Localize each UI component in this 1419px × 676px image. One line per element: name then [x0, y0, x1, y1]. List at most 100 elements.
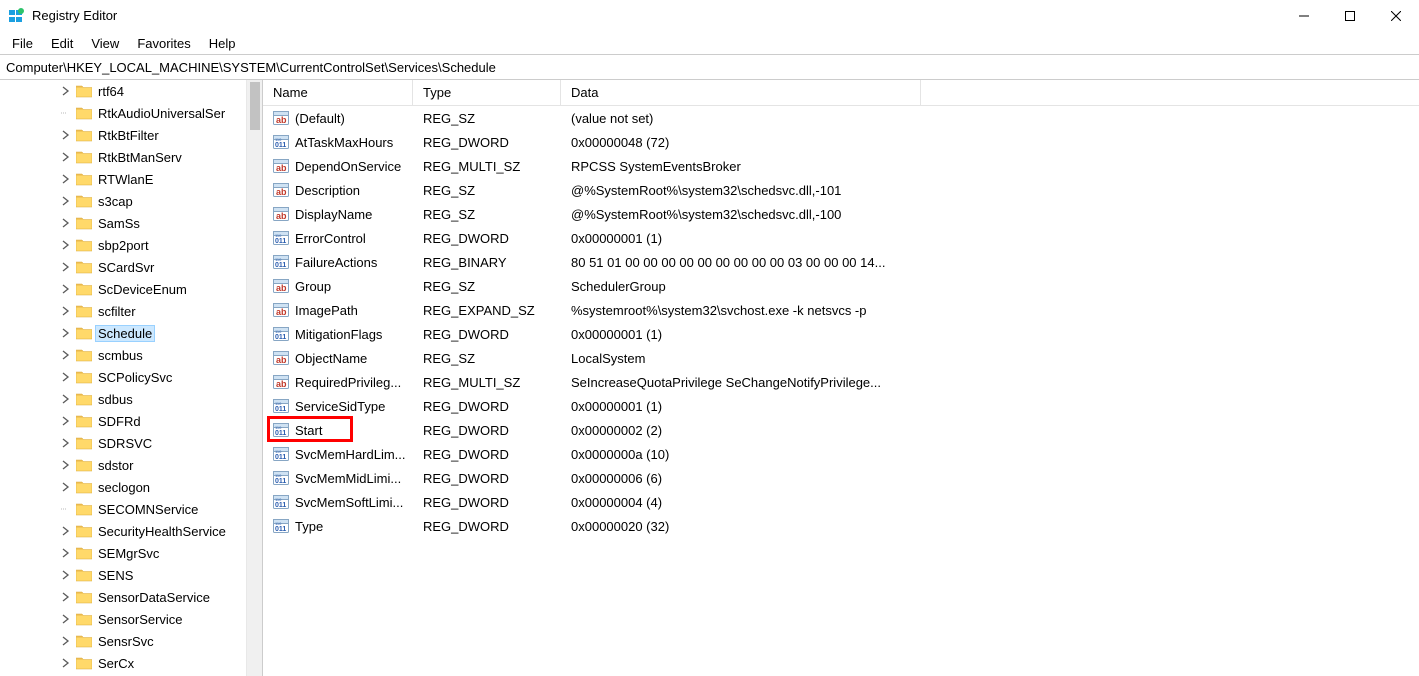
menu-edit[interactable]: Edit — [43, 34, 81, 53]
list-row[interactable]: 011110TypeREG_DWORD0x00000020 (32) — [263, 514, 1419, 538]
tree-item[interactable]: ScDeviceEnum — [0, 278, 246, 300]
scrollbar-thumb[interactable] — [250, 82, 260, 130]
chevron-right-icon[interactable] — [58, 633, 74, 649]
tree-item[interactable]: RtkBtManServ — [0, 146, 246, 168]
menu-file[interactable]: File — [4, 34, 41, 53]
list-row[interactable]: abObjectNameREG_SZLocalSystem — [263, 346, 1419, 370]
chevron-right-icon[interactable] — [58, 127, 74, 143]
list-row[interactable]: 011110ErrorControlREG_DWORD0x00000001 (1… — [263, 226, 1419, 250]
chevron-right-icon[interactable] — [58, 259, 74, 275]
list-panel: Name Type Data ab(Default)REG_SZ(value n… — [263, 80, 1419, 676]
tree-item[interactable]: seclogon — [0, 476, 246, 498]
tree-item[interactable]: SensrSvc — [0, 630, 246, 652]
menu-view[interactable]: View — [83, 34, 127, 53]
tree-item[interactable]: SDFRd — [0, 410, 246, 432]
maximize-button[interactable] — [1327, 0, 1373, 32]
chevron-right-icon[interactable] — [58, 83, 74, 99]
column-data[interactable]: Data — [561, 80, 921, 105]
tree-item[interactable]: s3cap — [0, 190, 246, 212]
list-row[interactable]: abDisplayNameREG_SZ@%SystemRoot%\system3… — [263, 202, 1419, 226]
chevron-right-icon[interactable] — [58, 369, 74, 385]
chevron-right-icon[interactable] — [58, 391, 74, 407]
tree-item[interactable]: SerCx — [0, 652, 246, 674]
tree-scrollbar[interactable] — [246, 80, 262, 676]
list-row[interactable]: 011110ServiceSidTypeREG_DWORD0x00000001 … — [263, 394, 1419, 418]
chevron-right-icon[interactable] — [58, 215, 74, 231]
chevron-right-icon[interactable] — [58, 347, 74, 363]
list-row[interactable]: abGroupREG_SZSchedulerGroup — [263, 274, 1419, 298]
tree-item[interactable]: RtkBtFilter — [0, 124, 246, 146]
tree-item[interactable]: SCardSvr — [0, 256, 246, 278]
chevron-right-icon[interactable] — [58, 413, 74, 429]
chevron-right-icon[interactable] — [58, 457, 74, 473]
tree-item[interactable]: sdstor — [0, 454, 246, 476]
list-row[interactable]: 011110SvcMemSoftLimi...REG_DWORD0x000000… — [263, 490, 1419, 514]
chevron-right-icon[interactable] — [58, 435, 74, 451]
tree-item[interactable]: sdbus — [0, 388, 246, 410]
list-row[interactable]: 011110MitigationFlagsREG_DWORD0x00000001… — [263, 322, 1419, 346]
value-name: SvcMemMidLimi... — [295, 471, 401, 486]
column-name[interactable]: Name — [263, 80, 413, 105]
chevron-right-icon[interactable] — [58, 567, 74, 583]
list-row[interactable]: 011110SvcMemMidLimi...REG_DWORD0x0000000… — [263, 466, 1419, 490]
menu-favorites[interactable]: Favorites — [129, 34, 198, 53]
chevron-right-icon[interactable] — [58, 237, 74, 253]
chevron-right-icon[interactable] — [58, 545, 74, 561]
close-button[interactable] — [1373, 0, 1419, 32]
tree-item[interactable]: rtf64 — [0, 80, 246, 102]
chevron-right-icon[interactable] — [58, 523, 74, 539]
cell-data: 0x00000001 (1) — [561, 231, 921, 246]
minimize-button[interactable] — [1281, 0, 1327, 32]
titlebar: Registry Editor — [0, 0, 1419, 32]
menu-help[interactable]: Help — [201, 34, 244, 53]
tree-item-label: sdbus — [98, 392, 133, 407]
tree-item[interactable]: SEMgrSvc — [0, 542, 246, 564]
svg-text:011: 011 — [275, 502, 286, 509]
tree-item[interactable]: sbp2port — [0, 234, 246, 256]
address-bar[interactable]: Computer\HKEY_LOCAL_MACHINE\SYSTEM\Curre… — [0, 54, 1419, 80]
list-row[interactable]: 011110SvcMemHardLim...REG_DWORD0x0000000… — [263, 442, 1419, 466]
tree-item[interactable]: RTWlanE — [0, 168, 246, 190]
list-row[interactable]: abImagePathREG_EXPAND_SZ%systemroot%\sys… — [263, 298, 1419, 322]
tree-item[interactable]: SecurityHealthService — [0, 520, 246, 542]
tree-item-label: SerCx — [98, 656, 134, 671]
chevron-right-icon[interactable] — [58, 171, 74, 187]
list-row[interactable]: 011110AtTaskMaxHoursREG_DWORD0x00000048 … — [263, 130, 1419, 154]
list-row[interactable]: ab(Default)REG_SZ(value not set) — [263, 106, 1419, 130]
list-row[interactable]: 011110StartREG_DWORD0x00000002 (2) — [263, 418, 1419, 442]
string-value-icon: ab — [273, 302, 289, 318]
tree-item[interactable]: SECOMNService — [0, 498, 246, 520]
chevron-right-icon[interactable] — [58, 655, 74, 671]
tree-list[interactable]: rtf64RtkAudioUniversalSerRtkBtFilterRtkB… — [0, 80, 246, 676]
tree-item[interactable]: RtkAudioUniversalSer — [0, 102, 246, 124]
chevron-right-icon[interactable] — [58, 303, 74, 319]
tree-item[interactable]: SDRSVC — [0, 432, 246, 454]
chevron-right-icon[interactable] — [58, 479, 74, 495]
value-name: Type — [295, 519, 323, 534]
column-type[interactable]: Type — [413, 80, 561, 105]
list-row[interactable]: abRequiredPrivileg...REG_MULTI_SZSeIncre… — [263, 370, 1419, 394]
tree-item[interactable]: SENS — [0, 564, 246, 586]
chevron-right-icon[interactable] — [58, 281, 74, 297]
tree-item[interactable]: SensorService — [0, 608, 246, 630]
svg-text:011: 011 — [275, 478, 286, 485]
tree-item[interactable]: scfilter — [0, 300, 246, 322]
list-row[interactable]: 011110FailureActionsREG_BINARY80 51 01 0… — [263, 250, 1419, 274]
list-row[interactable]: abDescriptionREG_SZ@%SystemRoot%\system3… — [263, 178, 1419, 202]
tree-item[interactable]: SCPolicySvc — [0, 366, 246, 388]
svg-text:011: 011 — [275, 142, 286, 149]
chevron-right-icon[interactable] — [58, 193, 74, 209]
chevron-right-icon[interactable] — [58, 589, 74, 605]
chevron-right-icon[interactable] — [58, 611, 74, 627]
chevron-right-icon[interactable] — [58, 149, 74, 165]
value-name: Description — [295, 183, 360, 198]
list-row[interactable]: abDependOnServiceREG_MULTI_SZRPCSS Syste… — [263, 154, 1419, 178]
tree-item[interactable]: SensorDataService — [0, 586, 246, 608]
chevron-right-icon[interactable] — [58, 325, 74, 341]
tree-item[interactable]: SamSs — [0, 212, 246, 234]
list-body[interactable]: ab(Default)REG_SZ(value not set)011110At… — [263, 106, 1419, 676]
tree-item[interactable]: scmbus — [0, 344, 246, 366]
cell-name: 011110SvcMemSoftLimi... — [263, 494, 413, 510]
tree-item[interactable]: Schedule — [0, 322, 246, 344]
cell-type: REG_DWORD — [413, 135, 561, 150]
